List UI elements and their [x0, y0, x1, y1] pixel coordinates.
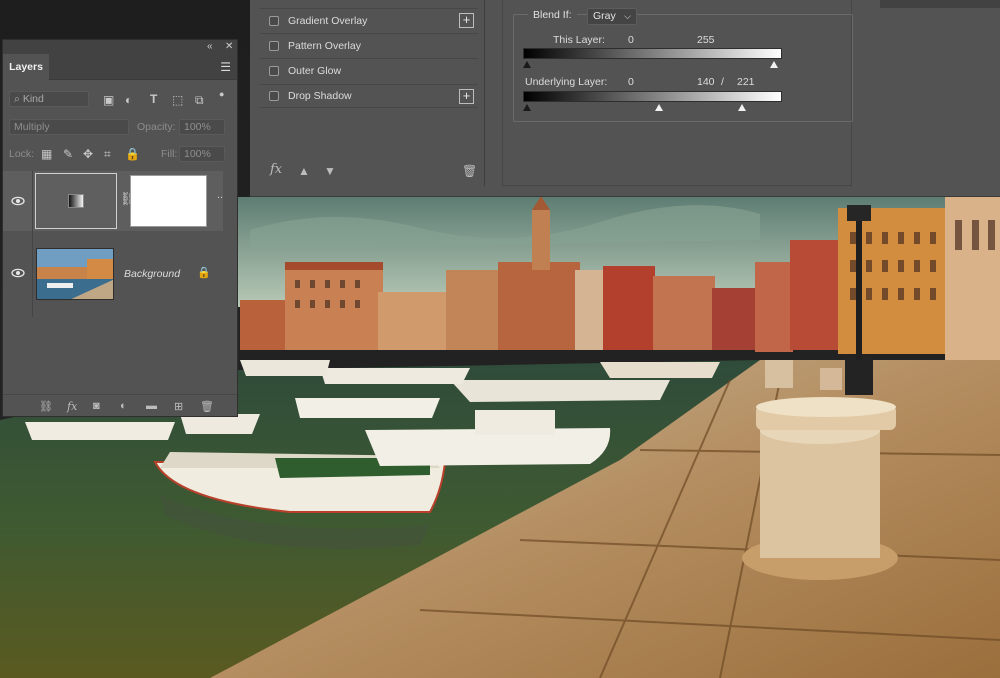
lock-icon: 🔒 — [197, 267, 211, 279]
layers-footer: ⛓ fx ◙ ◐ ▬ ⊞ 🗑 — [3, 394, 237, 418]
pattern-overlay-checkbox[interactable] — [269, 40, 279, 51]
lock-label: Lock: — [9, 148, 35, 160]
underlying-layer-slider[interactable] — [523, 91, 782, 102]
effect-row-pattern-overlay[interactable]: Pattern Overlay — [260, 33, 478, 57]
layer-style-dialog: Gradient Overlay + Pattern Overlay Outer… — [250, 0, 1000, 197]
layers-panel: « ✕ Layers ☰ ⌕ Kind ▣ ◐ T ⬚ ⧉ ● Multiply… — [2, 39, 238, 417]
layer-filter-select[interactable]: ⌕ Kind — [9, 91, 89, 107]
underlying-layer-separator: / — [721, 76, 724, 88]
filter-kind-label: Kind — [22, 93, 44, 105]
visibility-eye-icon[interactable] — [11, 196, 25, 206]
this-layer-high-value: 255 — [697, 34, 715, 46]
underlying-layer-white-handle-left[interactable] — [655, 104, 663, 111]
blend-if-label: Blend If: — [528, 9, 577, 21]
blend-if-channel-select[interactable]: Gray ⌵ — [587, 8, 637, 25]
underlying-layer-split-a-value: 140 — [697, 76, 715, 88]
search-icon: ⌕ — [14, 93, 23, 105]
effects-footer: fx ▲ ▼ 🗑 — [260, 160, 480, 184]
visibility-column-divider — [32, 171, 33, 317]
blend-if-panel: Blend If: Gray ⌵ This Layer: 0 255 Under… — [502, 0, 853, 186]
shape-filter-icon[interactable]: ⬚ — [172, 93, 183, 107]
underlying-layer-white-handle-right[interactable] — [738, 104, 746, 111]
underlying-layer-low-value: 0 — [628, 76, 634, 88]
panel-menu-icon[interactable]: ☰ — [220, 60, 231, 74]
filter-row: ⌕ Kind ▣ ◐ T ⬚ ⧉ ● — [3, 87, 237, 111]
fill-label: Fill: — [161, 148, 178, 160]
add-drop-shadow-button[interactable]: + — [459, 89, 474, 104]
blend-if-channel-value: Gray — [593, 10, 616, 22]
fx-icon[interactable]: fx — [67, 400, 77, 413]
effect-row-outer-glow[interactable]: Outer Glow — [260, 58, 478, 82]
panel-edge — [880, 0, 1000, 8]
underlying-layer-split-b-value: 221 — [737, 76, 755, 88]
panel-title-bar: « ✕ — [3, 40, 237, 54]
outer-glow-checkbox[interactable] — [269, 65, 279, 76]
new-layer-icon[interactable]: ⊞ — [174, 400, 183, 413]
this-layer-low-value: 0 — [628, 34, 634, 46]
lock-position-icon[interactable]: ✥ — [83, 147, 93, 161]
tab-layers[interactable]: Layers — [3, 54, 49, 81]
harbor-thumbnail-image — [37, 249, 113, 299]
lock-artboard-icon[interactable]: ⌗ — [104, 147, 111, 162]
effect-label: Pattern Overlay — [288, 39, 361, 52]
this-layer-white-handle[interactable] — [770, 61, 778, 68]
this-layer-black-handle[interactable] — [523, 61, 531, 68]
lock-all-icon[interactable]: 🔒 — [125, 147, 140, 161]
gradient-fill-icon — [68, 194, 84, 208]
effect-label: Outer Glow — [288, 64, 342, 77]
effect-row-drop-shadow[interactable]: Drop Shadow + — [260, 84, 478, 108]
layer-row-gradient-fill[interactable]: ⛓ .. — [3, 171, 223, 231]
layer-mask-thumbnail[interactable] — [130, 175, 207, 227]
adjustment-filter-icon[interactable]: ◐ — [125, 93, 132, 107]
smart-object-filter-icon[interactable]: ⧉ — [195, 93, 204, 108]
this-layer-slider[interactable] — [523, 48, 782, 59]
close-icon[interactable]: ✕ — [225, 41, 233, 52]
lock-transparent-pixels-icon[interactable]: ▦ — [41, 147, 52, 161]
underlying-layer-label: Underlying Layer: — [525, 76, 608, 88]
drop-shadow-checkbox[interactable] — [269, 91, 279, 101]
filter-toggle-icon[interactable]: ● — [219, 89, 224, 99]
move-up-icon[interactable]: ▲ — [298, 164, 310, 178]
effect-label: Drop Shadow — [288, 90, 352, 102]
effect-label: Gradient Overlay — [288, 14, 368, 27]
image-filter-icon[interactable]: ▣ — [103, 93, 114, 107]
layer-name: Background — [124, 268, 181, 280]
adjustment-icon[interactable]: ◐ — [120, 400, 127, 412]
this-layer-label: This Layer: — [553, 34, 605, 46]
collapse-panel-icon[interactable]: « — [207, 41, 213, 52]
effects-list: Gradient Overlay + Pattern Overlay Outer… — [260, 0, 485, 186]
gradient-overlay-checkbox[interactable] — [269, 15, 279, 26]
fill-field[interactable]: 100% — [179, 146, 225, 162]
trash-icon[interactable]: 🗑 — [200, 400, 214, 413]
gradient-fill-thumbnail[interactable] — [35, 173, 117, 229]
blend-mode-select[interactable]: Multiply — [9, 119, 129, 135]
folder-icon[interactable]: ▬ — [146, 400, 157, 412]
fx-icon[interactable]: fx — [270, 162, 282, 177]
panel-tab-row: Layers ☰ — [3, 54, 237, 81]
chevron-down-icon: ⌵ — [624, 11, 631, 21]
lock-image-pixels-icon[interactable]: ✎ — [63, 147, 73, 161]
lock-row: Lock: ▦ ✎ ✥ ⌗ 🔒 Fill: 100% — [3, 144, 237, 166]
opacity-field[interactable]: 100% — [179, 119, 225, 135]
background-thumbnail[interactable] — [36, 248, 114, 300]
type-filter-icon[interactable]: T — [150, 92, 157, 106]
visibility-eye-icon[interactable] — [11, 268, 25, 278]
add-gradient-overlay-button[interactable]: + — [459, 13, 474, 28]
trash-icon[interactable]: 🗑 — [462, 164, 477, 178]
link-icon[interactable]: ⛓ — [39, 400, 53, 413]
layer-row-background[interactable]: Background 🔒 — [3, 230, 223, 317]
move-down-icon[interactable]: ▼ — [324, 164, 336, 178]
blend-if-group — [513, 14, 853, 122]
mask-icon[interactable]: ◙ — [93, 400, 100, 412]
underlying-layer-black-handle[interactable] — [523, 104, 531, 111]
effect-row-gradient-overlay[interactable]: Gradient Overlay + — [260, 8, 478, 32]
opacity-label: Opacity: — [137, 121, 176, 133]
blend-row: Multiply Opacity: 100% — [3, 116, 237, 138]
more-icon: .. — [217, 189, 224, 201]
